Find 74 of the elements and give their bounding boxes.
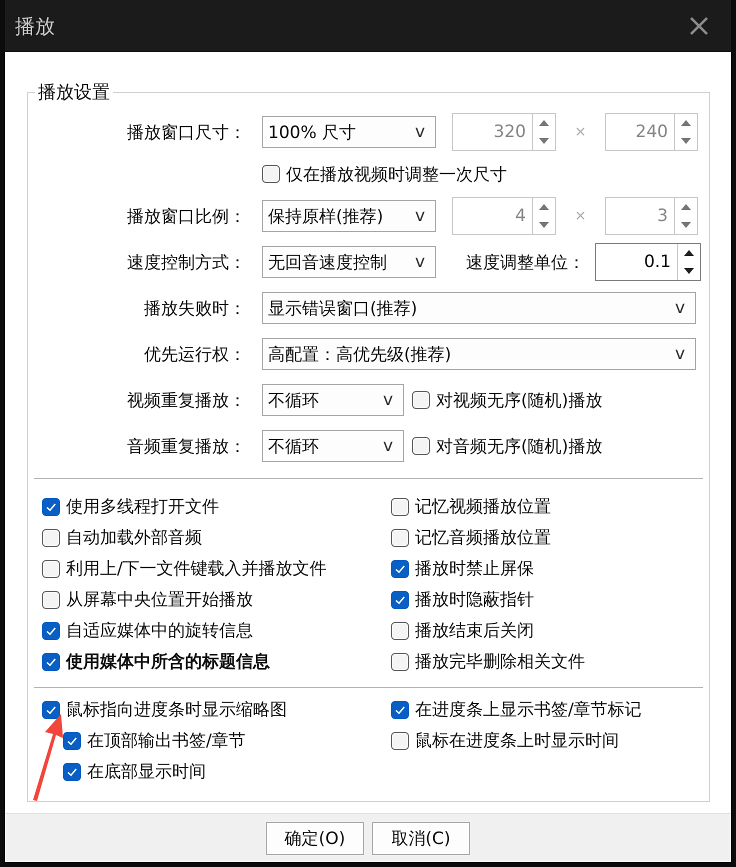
checkbox-label[interactable]: 在进度条上显示书签/章节标记: [415, 698, 642, 721]
checkbox-label[interactable]: 自适应媒体中的旋转信息: [66, 619, 253, 642]
dropdown[interactable]: 不循环 v: [262, 430, 404, 462]
check-icon: [394, 594, 406, 606]
spin-box[interactable]: 0.1: [595, 243, 701, 281]
checkbox-label[interactable]: 记忆视频播放位置: [415, 495, 551, 518]
checkbox[interactable]: [391, 652, 409, 670]
checkbox[interactable]: [412, 391, 430, 409]
field-label: 播放窗口比例：: [126, 206, 246, 228]
checkbox[interactable]: [42, 590, 60, 608]
dropdown[interactable]: 无回音速度控制 v: [262, 246, 436, 278]
window-title: 播放: [15, 12, 55, 40]
checkbox[interactable]: [42, 560, 60, 578]
field-label: 视频重复播放：: [126, 390, 246, 412]
checkbox[interactable]: [262, 165, 280, 183]
up-arrow-icon[interactable]: [684, 250, 694, 256]
down-arrow-icon[interactable]: [684, 268, 694, 274]
field-label: 速度控制方式：: [126, 252, 246, 274]
times-sign: ×: [574, 208, 588, 224]
checkbox-label[interactable]: 播放时隐蔽指针: [415, 588, 534, 611]
checkbox-label[interactable]: 鼠标指向进度条时显示缩略图: [66, 698, 287, 721]
checkbox[interactable]: [42, 498, 60, 516]
checkbox[interactable]: [42, 528, 60, 546]
checkbox-label[interactable]: 播放时禁止屏保: [415, 557, 534, 580]
checkbox-label[interactable]: 从屏幕中央位置开始播放: [66, 588, 253, 611]
checkbox-label[interactable]: 自动加载外部音频: [66, 526, 202, 549]
check-icon: [45, 656, 57, 668]
checkbox[interactable]: [391, 622, 409, 640]
dialog-button[interactable]: 确定(O): [266, 822, 364, 854]
checkbox[interactable]: [391, 528, 409, 546]
check-icon: [394, 562, 406, 574]
check-icon: [394, 704, 406, 716]
check-icon: [66, 766, 78, 778]
group-title: 播放设置: [37, 81, 111, 104]
checkbox-label[interactable]: 在顶部输出书签/章节: [87, 729, 246, 752]
checkbox[interactable]: [391, 700, 409, 718]
checkbox-label[interactable]: 对音频无序(随机)播放: [436, 434, 602, 458]
check-icon: [66, 734, 78, 746]
field-label: 优先运行权：: [143, 344, 246, 366]
check-icon: [45, 704, 57, 716]
checkbox-label[interactable]: 播放结束后关闭: [415, 619, 534, 642]
checkbox[interactable]: [391, 590, 409, 608]
check-icon: [45, 500, 57, 512]
dropdown[interactable]: 显示错误窗口(推荐) v: [262, 292, 696, 324]
checkbox-label[interactable]: 利用上/下一文件键载入并播放文件: [66, 557, 327, 580]
field-label: 音频重复播放：: [126, 436, 246, 458]
checkbox[interactable]: [391, 732, 409, 750]
checkbox-label[interactable]: 记忆音频播放位置: [415, 526, 551, 549]
checkbox[interactable]: [391, 560, 409, 578]
close-icon[interactable]: [689, 16, 709, 36]
checkbox-label[interactable]: 仅在播放视频时调整一次尺寸: [286, 162, 507, 186]
checkbox-label[interactable]: 对视频无序(随机)播放: [436, 388, 602, 412]
checkbox-label[interactable]: 在底部显示时间: [87, 760, 206, 783]
dropdown[interactable]: 保持原样(推荐) v: [262, 200, 436, 232]
dropdown[interactable]: 不循环 v: [262, 384, 404, 416]
field-label: 播放窗口尺寸：: [126, 122, 246, 144]
checkbox[interactable]: [42, 700, 60, 718]
check-icon: [45, 624, 57, 636]
checkbox-label[interactable]: 鼠标在进度条上时显示时间: [415, 729, 619, 752]
checkbox[interactable]: [63, 732, 81, 750]
checkbox[interactable]: [391, 498, 409, 516]
dropdown[interactable]: 高配置：高优先级(推荐) v: [262, 338, 696, 370]
field-label: 播放失败时：: [143, 298, 246, 320]
checkbox-label[interactable]: 使用多线程打开文件: [66, 495, 219, 518]
checkbox[interactable]: [42, 622, 60, 640]
checkbox[interactable]: [63, 762, 81, 780]
checkbox[interactable]: [412, 437, 430, 455]
dropdown[interactable]: 100% 尺寸 v: [262, 116, 436, 148]
checkbox[interactable]: [42, 652, 60, 670]
checkbox-label[interactable]: 使用媒体中所含的标题信息: [66, 650, 270, 673]
field-label: 速度调整单位：: [466, 252, 585, 274]
checkbox-label[interactable]: 播放完毕删除相关文件: [415, 650, 585, 673]
dialog-button[interactable]: 取消(C): [372, 822, 470, 854]
times-sign: ×: [574, 124, 588, 140]
